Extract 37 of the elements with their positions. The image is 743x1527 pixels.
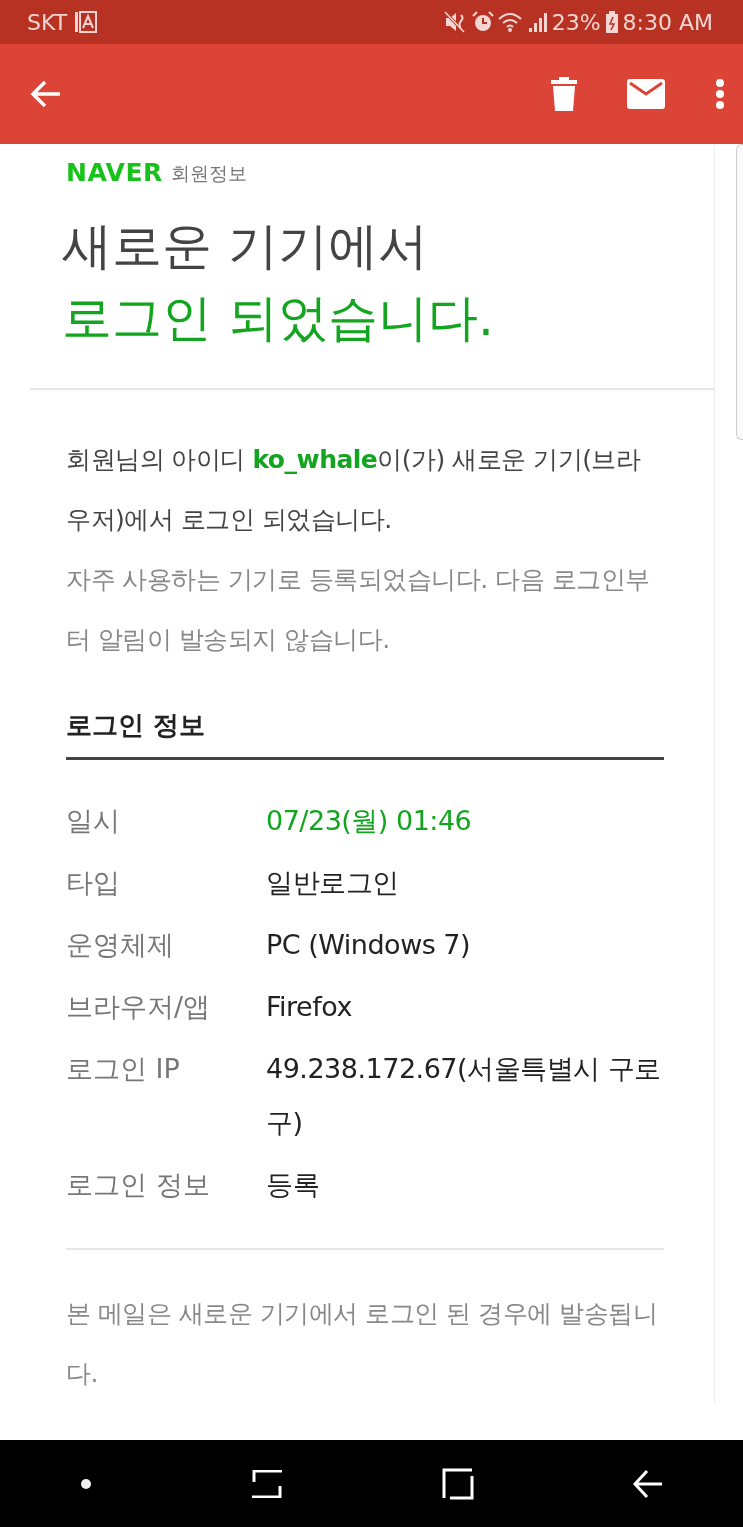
field-value: 49.238.172.67(서울특별시 구로구) xyxy=(266,1051,662,1140)
signal-icon xyxy=(527,11,548,33)
field-label: 일시 xyxy=(66,803,121,838)
field-label: 로그인 정보 xyxy=(66,1167,211,1202)
alarm-icon xyxy=(471,11,494,33)
back-icon[interactable] xyxy=(633,1468,664,1499)
field-label: 타입 xyxy=(66,865,121,900)
brand-logo: NAVER xyxy=(66,157,163,189)
battery-icon xyxy=(604,11,619,33)
home-icon[interactable] xyxy=(442,1467,475,1500)
headline: 로그인 되었습니다. xyxy=(62,287,495,349)
dot-icon[interactable] xyxy=(79,1477,92,1490)
section-title: 로그인 정보 xyxy=(66,705,664,760)
field-label: 브라우저/앱 xyxy=(66,989,212,1024)
field-value: 일반로그인 xyxy=(266,865,399,900)
carrier-name: SKT xyxy=(27,8,68,37)
wifi-icon xyxy=(497,11,524,33)
field-value: PC (Windows 7) xyxy=(266,927,471,962)
headline: 새로운 기기에서 xyxy=(62,215,429,277)
field-value: Firefox xyxy=(266,989,352,1024)
clock-time: 8:30 AM xyxy=(622,8,713,37)
mute-icon xyxy=(443,11,468,33)
message-text: 회원님의 아이디 ko_whale이(가) 새로운 기기(브라우저)에서 로그인 되었습니다. xyxy=(66,443,642,536)
keyboard-icon xyxy=(75,11,98,33)
field-label: 운영체제 xyxy=(66,927,175,962)
more-options-icon[interactable] xyxy=(715,79,725,109)
field-label: 로그인 IP xyxy=(66,1051,181,1086)
field-value: 07/23(월) 01:46 xyxy=(266,803,472,838)
section-label: 회원정보 xyxy=(170,160,247,186)
mail-icon[interactable] xyxy=(627,79,665,109)
footer-text: 본 메일은 새로운 기기에서 로그인 된 경우에 발송됩니다. xyxy=(66,1297,659,1390)
recents-icon[interactable] xyxy=(250,1469,283,1498)
message-text: 자주 사용하는 기기로 등록되었습니다. 다음 로그인부터 알림이 발송되지 않습니다. xyxy=(66,563,651,656)
battery-percent: 23% xyxy=(551,8,601,37)
back-arrow-icon[interactable] xyxy=(30,80,62,108)
trash-icon[interactable] xyxy=(551,77,577,111)
field-value: 등록 xyxy=(266,1167,319,1202)
